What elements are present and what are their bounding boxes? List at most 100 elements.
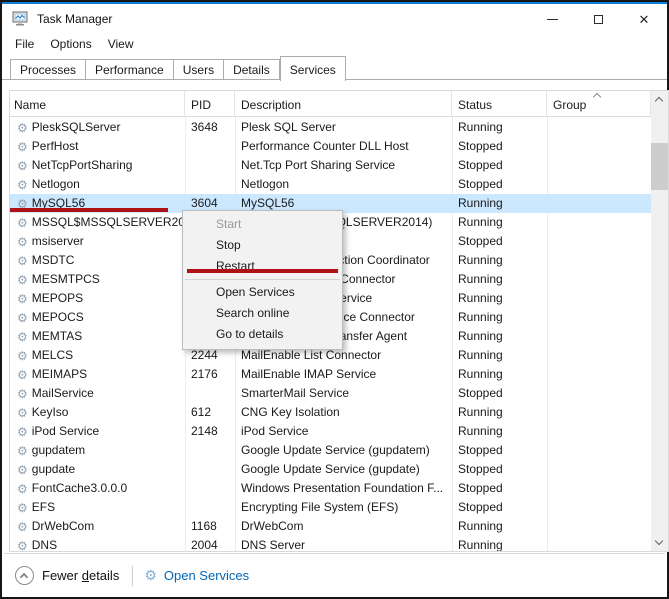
service-status: Running <box>452 365 547 384</box>
close-button[interactable]: ✕ <box>621 4 667 34</box>
service-pid <box>185 479 235 498</box>
service-row-dns[interactable]: ⚙DNS2004DNS ServerRunning <box>10 536 651 551</box>
service-pid: 2004 <box>185 536 235 551</box>
service-gear-icon: ⚙ <box>17 464 28 476</box>
service-gear-icon: ⚙ <box>17 331 28 343</box>
service-row-perfhost[interactable]: ⚙PerfHostPerformance Counter DLL HostSto… <box>10 137 651 156</box>
service-name: MSDTC <box>32 251 75 270</box>
close-icon: ✕ <box>639 13 650 26</box>
context-menu-item-restart[interactable]: Restart <box>183 256 342 277</box>
sort-ascending-icon <box>594 92 601 99</box>
service-name: MEPOCS <box>32 308 84 327</box>
scroll-down-arrow-icon[interactable] <box>651 534 668 551</box>
service-status: Stopped <box>452 137 547 156</box>
context-menu: StartStopRestart Open ServicesSearch onli… <box>182 210 343 350</box>
service-row-nettcpportsharing[interactable]: ⚙NetTcpPortSharingNet.Tcp Port Sharing S… <box>10 156 651 175</box>
column-header-pid[interactable]: PID <box>185 91 235 117</box>
service-pid: 3648 <box>185 118 235 137</box>
service-name: DrWebCom <box>32 517 94 536</box>
service-gear-icon: ⚙ <box>17 540 28 552</box>
service-gear-icon: ⚙ <box>17 350 28 362</box>
column-header-group[interactable]: Group <box>547 91 651 117</box>
service-row-fontcache3-0-0-0[interactable]: ⚙FontCache3.0.0.0Windows Presentation Fo… <box>10 479 651 498</box>
service-name: MailService <box>32 384 94 403</box>
service-row-plesksqlserver[interactable]: ⚙PleskSQLServer3648Plesk SQL ServerRunni… <box>10 118 651 137</box>
service-name-cell: ⚙MSDTC <box>10 251 185 270</box>
service-row-keyiso[interactable]: ⚙KeyIso612CNG Key IsolationRunning <box>10 403 651 422</box>
service-pid <box>185 156 235 175</box>
service-gear-icon: ⚙ <box>17 426 28 438</box>
scroll-up-arrow-icon[interactable] <box>651 91 668 108</box>
tab-performance[interactable]: Performance <box>86 59 174 80</box>
service-status: Running <box>452 536 547 551</box>
open-services-link[interactable]: Open Services <box>164 568 249 583</box>
column-header-description[interactable]: Description <box>235 91 452 117</box>
scrollbar-thumb[interactable] <box>651 143 668 190</box>
minimize-icon <box>547 19 558 20</box>
context-menu-item-search-online[interactable]: Search online <box>183 303 342 324</box>
service-gear-icon: ⚙ <box>17 122 28 134</box>
service-pid: 1168 <box>185 517 235 536</box>
service-name: EFS <box>32 498 55 517</box>
service-name-cell: ⚙gupdatem <box>10 441 185 460</box>
service-group <box>547 422 651 441</box>
service-gear-icon: ⚙ <box>17 521 28 533</box>
maximize-button[interactable] <box>575 4 621 34</box>
service-status: Running <box>452 213 547 232</box>
service-row-meimaps[interactable]: ⚙MEIMAPS2176MailEnable IMAP ServiceRunni… <box>10 365 651 384</box>
service-name: NetTcpPortSharing <box>32 156 133 175</box>
context-menu-item-open-services[interactable]: Open Services <box>183 282 342 303</box>
service-group <box>547 403 651 422</box>
service-name: MSSQL$MSSQLSERVER2014 <box>32 213 185 232</box>
service-name-cell: ⚙MEPOCS <box>10 308 185 327</box>
open-services-gear-icon: ⚙ <box>144 569 157 583</box>
tab-processes[interactable]: Processes <box>10 59 86 80</box>
tab-details[interactable]: Details <box>224 59 280 80</box>
service-status: Stopped <box>452 498 547 517</box>
context-menu-item-stop[interactable]: Stop <box>183 235 342 256</box>
service-row-gupdatem[interactable]: ⚙gupdatemGoogle Update Service (gupdatem… <box>10 441 651 460</box>
column-header-name[interactable]: Name <box>10 91 185 117</box>
service-gear-icon: ⚙ <box>17 369 28 381</box>
service-description: Encrypting File System (EFS) <box>235 498 452 517</box>
column-header-status[interactable]: Status <box>452 91 547 117</box>
chevron-up-circle-icon[interactable] <box>15 566 34 585</box>
service-status: Running <box>452 308 547 327</box>
service-row-efs[interactable]: ⚙EFS Encrypting File System (EFS)Stopped <box>10 498 651 517</box>
task-manager-icon <box>12 11 29 27</box>
service-group <box>547 175 651 194</box>
service-row-gupdate[interactable]: ⚙gupdateGoogle Update Service (gupdate)S… <box>10 460 651 479</box>
service-group <box>547 327 651 346</box>
fewer-details-toggle[interactable]: Fewer details <box>42 568 119 583</box>
minimize-button[interactable] <box>529 4 575 34</box>
footer-bar: Fewer details ⚙ Open Services <box>2 554 667 597</box>
service-pid: 612 <box>185 403 235 422</box>
tab-users[interactable]: Users <box>174 59 224 80</box>
context-menu-item-go-to-details[interactable]: Go to details <box>183 324 342 345</box>
service-row-netlogon[interactable]: ⚙NetlogonNetlogonStopped <box>10 175 651 194</box>
menubar-item-file[interactable]: File <box>7 35 42 53</box>
service-name: MEPOPS <box>32 289 83 308</box>
service-description: DNS Server <box>235 536 452 551</box>
service-group <box>547 156 651 175</box>
service-name: MEMTAS <box>32 327 82 346</box>
service-group <box>547 517 651 536</box>
service-name: msiserver <box>32 232 84 251</box>
vertical-scrollbar[interactable] <box>651 91 668 551</box>
service-name-cell: ⚙EFS <box>10 498 185 517</box>
service-pid <box>185 498 235 517</box>
titlebar[interactable]: Task Manager ✕ <box>2 4 667 34</box>
service-row-ipod-service[interactable]: ⚙iPod Service2148iPod ServiceRunning <box>10 422 651 441</box>
fewer-details-text: etails <box>89 568 119 583</box>
service-name-cell: ⚙MESMTPCS <box>10 270 185 289</box>
service-status: Running <box>452 289 547 308</box>
service-description: SmarterMail Service <box>235 384 452 403</box>
service-name-cell: ⚙ MEMTAS <box>10 327 185 346</box>
context-menu-item-start: Start <box>183 214 342 235</box>
service-row-mailservice[interactable]: ⚙MailServiceSmarterMail ServiceStopped <box>10 384 651 403</box>
menubar-item-view[interactable]: View <box>100 35 142 53</box>
service-status: Stopped <box>452 460 547 479</box>
tab-services[interactable]: Services <box>280 56 346 81</box>
service-row-drwebcom[interactable]: ⚙DrWebCom1168DrWebComRunning <box>10 517 651 536</box>
menubar-item-options[interactable]: Options <box>42 35 99 53</box>
